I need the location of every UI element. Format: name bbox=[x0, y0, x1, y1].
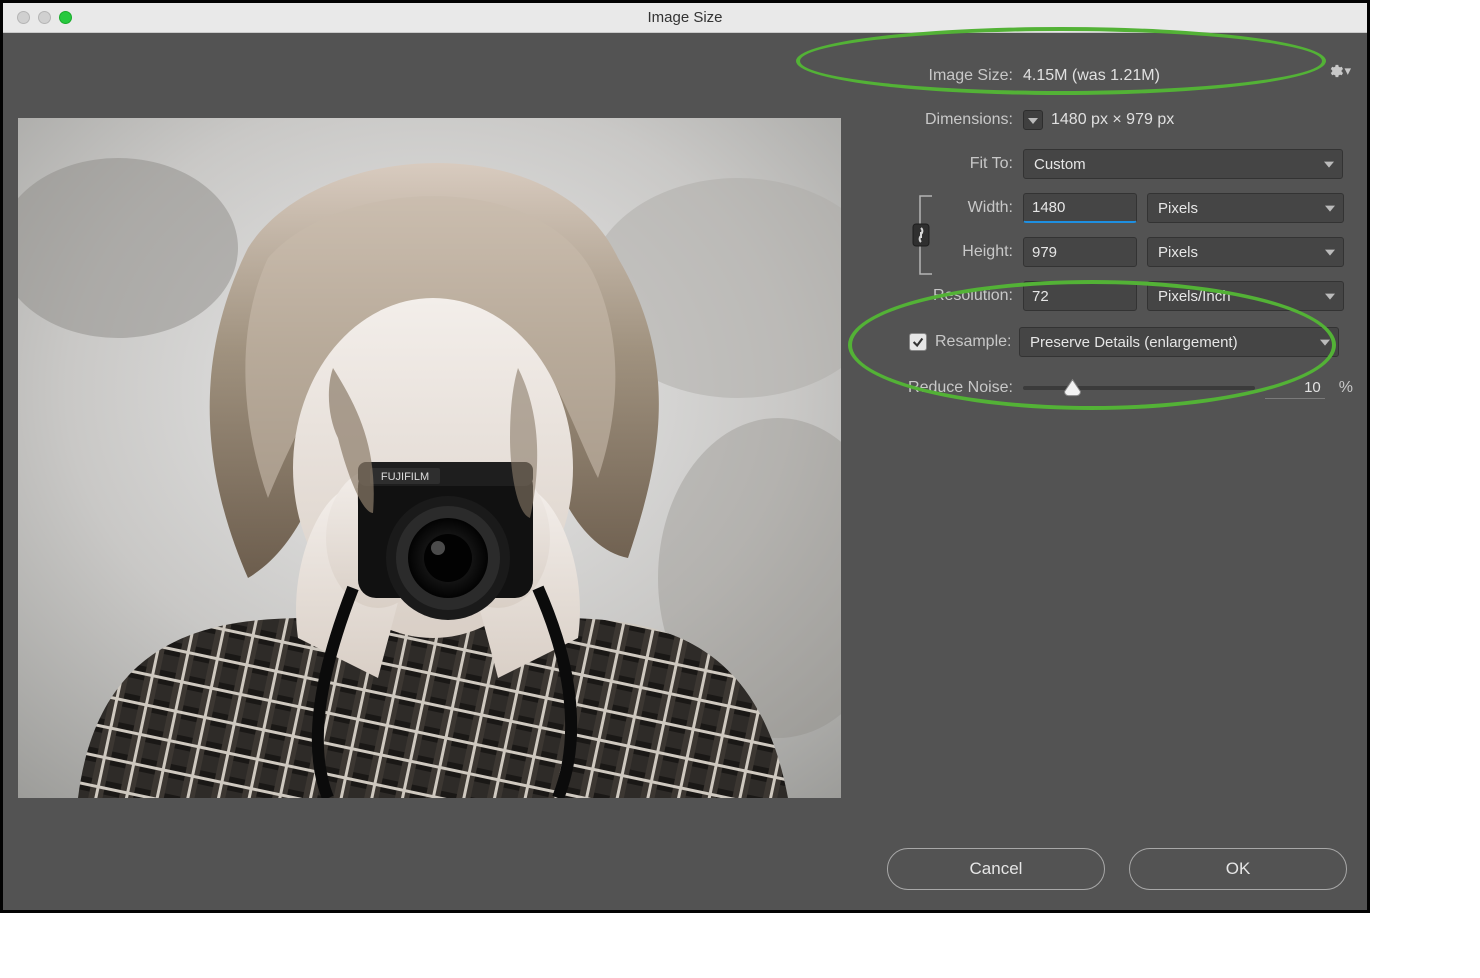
dimensions-label: Dimensions: bbox=[863, 111, 1023, 129]
height-unit-value: Pixels bbox=[1158, 244, 1198, 261]
resolution-unit-value: Pixels/Inch bbox=[1158, 288, 1231, 305]
height-label: Height: bbox=[863, 243, 1023, 261]
reduce-noise-label: Reduce Noise: bbox=[863, 379, 1023, 397]
dialog-title: Image Size bbox=[3, 9, 1367, 26]
svg-text:FUJIFILM: FUJIFILM bbox=[381, 471, 429, 483]
image-size-dialog: Image Size bbox=[0, 0, 1370, 913]
controls-panel: Image Size: 4.15M (was 1.21M) Dimensions… bbox=[863, 56, 1353, 412]
fit-to-select[interactable]: Custom bbox=[1023, 149, 1343, 179]
ok-button[interactable]: OK bbox=[1129, 848, 1347, 890]
width-unit-select[interactable]: Pixels bbox=[1147, 193, 1344, 223]
image-preview: FUJIFILM bbox=[18, 118, 841, 798]
dialog-body: FUJIFILM ▾ Image Size: 4.1 bbox=[3, 36, 1367, 910]
dimensions-unit-toggle[interactable] bbox=[1023, 110, 1043, 130]
percent-label: % bbox=[1339, 379, 1353, 397]
height-unit-select[interactable]: Pixels bbox=[1147, 237, 1344, 267]
dimensions-value: 1480 px × 979 px bbox=[1051, 111, 1174, 129]
resolution-unit-select[interactable]: Pixels/Inch bbox=[1147, 281, 1344, 311]
resolution-input[interactable] bbox=[1023, 281, 1137, 311]
titlebar: Image Size bbox=[3, 3, 1367, 33]
image-size-value: 4.15M (was 1.21M) bbox=[1023, 67, 1160, 85]
resample-checkbox[interactable] bbox=[909, 333, 927, 351]
width-unit-value: Pixels bbox=[1158, 200, 1198, 217]
cancel-button[interactable]: Cancel bbox=[887, 848, 1105, 890]
fit-to-label: Fit To: bbox=[863, 155, 1023, 173]
reduce-noise-value[interactable]: 10 bbox=[1265, 377, 1325, 399]
window-controls bbox=[17, 11, 72, 24]
resample-label: Resample: bbox=[935, 333, 1019, 351]
window-close-button[interactable] bbox=[17, 11, 30, 24]
height-input[interactable] bbox=[1023, 237, 1137, 267]
resolution-label: Resolution: bbox=[863, 287, 1023, 305]
dialog-buttons: Cancel OK bbox=[887, 848, 1347, 890]
image-size-label: Image Size: bbox=[863, 67, 1023, 85]
resample-method-select[interactable]: Preserve Details (enlargement) bbox=[1019, 327, 1339, 357]
resample-method-value: Preserve Details (enlargement) bbox=[1030, 334, 1238, 351]
window-minimize-button[interactable] bbox=[38, 11, 51, 24]
window-zoom-button[interactable] bbox=[59, 11, 72, 24]
width-label: Width: bbox=[863, 199, 1023, 217]
width-input[interactable] bbox=[1023, 193, 1137, 223]
reduce-noise-slider[interactable] bbox=[1023, 386, 1255, 390]
fit-to-value: Custom bbox=[1034, 156, 1086, 173]
